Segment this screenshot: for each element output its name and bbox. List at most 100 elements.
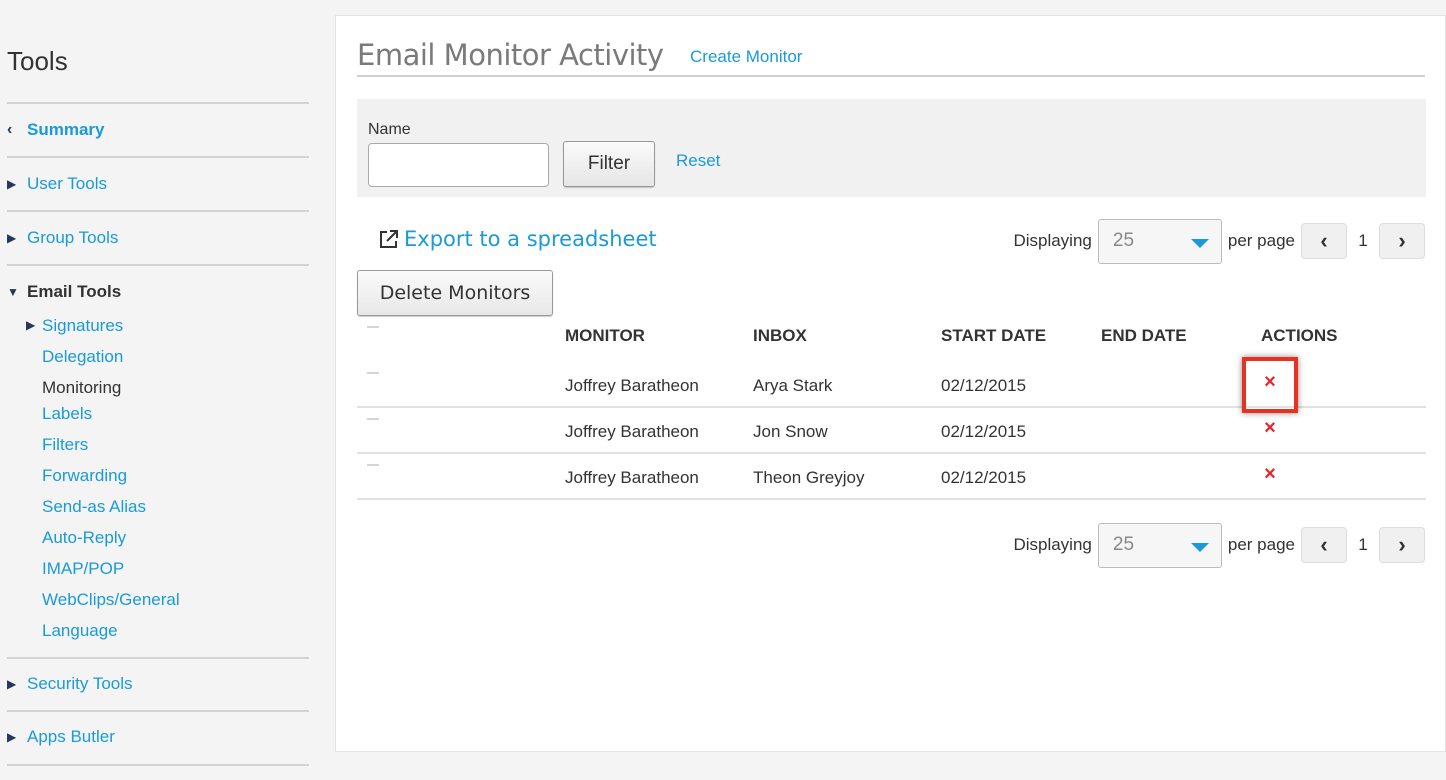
select-all-checkbox[interactable]	[367, 326, 379, 328]
sidebar-item-apps-butler[interactable]: ▶ Apps Butler	[7, 727, 115, 747]
next-page-button[interactable]: ›	[1379, 527, 1425, 563]
name-label: Name	[368, 121, 411, 138]
sidebar-item-summary[interactable]: ‹ Summary	[7, 120, 104, 140]
cell-monitor: Joffrey Baratheon	[565, 422, 699, 441]
triangle-right-icon: ▶	[7, 677, 17, 691]
column-header-actions: ACTIONS	[1261, 326, 1338, 345]
table-row: Joffrey Baratheon Jon Snow 02/12/2015 ×	[357, 408, 1426, 454]
sidebar-subitem-imap-pop[interactable]: IMAP/POP	[42, 559, 124, 579]
cell-inbox: Jon Snow	[753, 422, 828, 441]
sidebar-item-label: Security Tools	[27, 674, 133, 693]
per-page-select[interactable]: 25	[1097, 218, 1222, 264]
cell-inbox: Arya Stark	[753, 376, 833, 395]
sidebar-item-label: User Tools	[27, 174, 107, 193]
cell-inbox: Theon Greyjoy	[753, 468, 865, 487]
per-page-label: per page	[1227, 535, 1295, 554]
chevron-left-icon: ‹	[1320, 228, 1328, 253]
create-monitor-link[interactable]: Create Monitor	[690, 47, 802, 67]
delete-monitors-button[interactable]: Delete Monitors	[357, 270, 553, 316]
prev-page-button[interactable]: ‹	[1301, 527, 1347, 563]
divider	[7, 657, 309, 659]
chevron-left-icon: ‹	[1320, 532, 1328, 557]
sidebar-subitem-signatures[interactable]: Signatures	[42, 316, 123, 336]
export-label: Export to a spreadsheet	[404, 227, 657, 251]
sidebar-subitem-delegation[interactable]: Delegation	[42, 347, 123, 367]
sidebar-item-label: Email Tools	[27, 282, 122, 301]
column-header-start-date[interactable]: START DATE	[941, 326, 1046, 346]
sidebar-subitem-monitoring[interactable]: Monitoring	[42, 378, 121, 398]
reset-link[interactable]: Reset	[676, 151, 720, 171]
sidebar-item-user-tools[interactable]: ▶ User Tools	[7, 174, 107, 194]
prev-page-button[interactable]: ‹	[1301, 223, 1347, 259]
per-page-select[interactable]: 25	[1097, 522, 1222, 568]
triangle-right-icon: ▶	[26, 318, 36, 332]
sidebar-subitem-auto-reply[interactable]: Auto-Reply	[42, 528, 126, 548]
chevron-right-icon: ›	[1398, 532, 1406, 557]
monitor-table: MONITOR INBOX START DATE END DATE ACTION…	[357, 316, 1426, 500]
divider	[7, 764, 309, 766]
row-checkbox[interactable]	[367, 372, 379, 374]
cell-start-date: 02/12/2015	[941, 376, 1027, 395]
name-filter-input[interactable]	[368, 143, 549, 187]
per-page-label: per page	[1227, 231, 1295, 250]
cell-monitor: Joffrey Baratheon	[565, 376, 699, 395]
highlight-box	[1242, 357, 1298, 413]
pager-bottom: Displaying 25 per page ‹ 1 ›	[1013, 522, 1425, 568]
filter-button[interactable]: Filter	[563, 141, 655, 187]
row-checkbox[interactable]	[367, 464, 379, 466]
sidebar-subitem-language[interactable]: Language	[42, 621, 118, 641]
next-page-button[interactable]: ›	[1379, 223, 1425, 259]
sidebar-item-label: Summary	[27, 120, 105, 139]
sidebar-title: Tools	[7, 46, 68, 76]
sidebar-item-security-tools[interactable]: ▶ Security Tools	[7, 674, 133, 694]
page-number: 1	[1358, 535, 1368, 554]
table-header: MONITOR INBOX START DATE END DATE ACTION…	[357, 316, 1426, 362]
displaying-label: Displaying	[1013, 231, 1092, 250]
external-link-icon	[380, 230, 398, 248]
cell-start-date: 02/12/2015	[941, 422, 1027, 441]
triangle-right-icon: ▶	[7, 177, 17, 191]
sidebar-item-group-tools[interactable]: ▶ Group Tools	[7, 228, 118, 248]
page-title: Email Monitor Activity	[357, 38, 664, 72]
table-row: Joffrey Baratheon Theon Greyjoy 02/12/20…	[357, 454, 1426, 500]
sidebar-subitem-filters[interactable]: Filters	[42, 435, 88, 455]
chevron-right-icon: ›	[1398, 228, 1406, 253]
sidebar-item-email-tools[interactable]: ▼ Email Tools	[7, 282, 121, 302]
triangle-down-icon: ▼	[7, 285, 19, 299]
triangle-right-icon: ▶	[7, 730, 17, 744]
cell-start-date: 02/12/2015	[941, 468, 1027, 487]
caret-down-icon	[1190, 238, 1209, 248]
table-row: Joffrey Baratheon Arya Stark 02/12/2015 …	[357, 357, 1426, 413]
divider	[7, 710, 309, 712]
export-spreadsheet-link[interactable]: Export to a spreadsheet	[378, 227, 657, 251]
chevron-left-icon: ‹	[7, 121, 13, 138]
caret-down-icon	[1190, 542, 1209, 552]
close-x-icon[interactable]: ×	[1260, 418, 1280, 438]
cell-monitor: Joffrey Baratheon	[565, 468, 699, 487]
column-header-monitor[interactable]: MONITOR	[565, 326, 645, 346]
filter-panel: Name Filter Reset	[357, 99, 1426, 197]
displaying-label: Displaying	[1013, 535, 1092, 554]
per-page-value: 25	[1112, 534, 1135, 555]
row-checkbox[interactable]	[367, 418, 379, 420]
divider	[7, 210, 309, 212]
sidebar-subitem-labels[interactable]: Labels	[42, 404, 92, 424]
triangle-right-icon: ▶	[7, 231, 17, 245]
sidebar: Tools ‹ Summary ▶ User Tools ▶ Group Too…	[0, 0, 320, 780]
sidebar-item-label: Group Tools	[27, 228, 119, 247]
pager-top: Displaying 25 per page ‹ 1 ›	[1013, 218, 1425, 264]
main-panel: Email Monitor Activity Create Monitor Na…	[335, 15, 1446, 752]
page-number: 1	[1358, 231, 1368, 250]
sidebar-subitem-webclips-general[interactable]: WebClips/General	[42, 590, 180, 610]
close-x-icon[interactable]: ×	[1260, 464, 1280, 484]
sidebar-subitem-forwarding[interactable]: Forwarding	[42, 466, 127, 486]
column-header-inbox[interactable]: INBOX	[753, 326, 807, 346]
divider	[7, 156, 309, 158]
divider	[357, 75, 1425, 77]
column-header-end-date[interactable]: END DATE	[1101, 326, 1187, 346]
sidebar-item-label: Apps Butler	[27, 727, 115, 746]
per-page-value: 25	[1112, 230, 1135, 251]
divider	[7, 102, 309, 104]
divider	[7, 264, 309, 266]
sidebar-subitem-send-as-alias[interactable]: Send-as Alias	[42, 497, 146, 517]
